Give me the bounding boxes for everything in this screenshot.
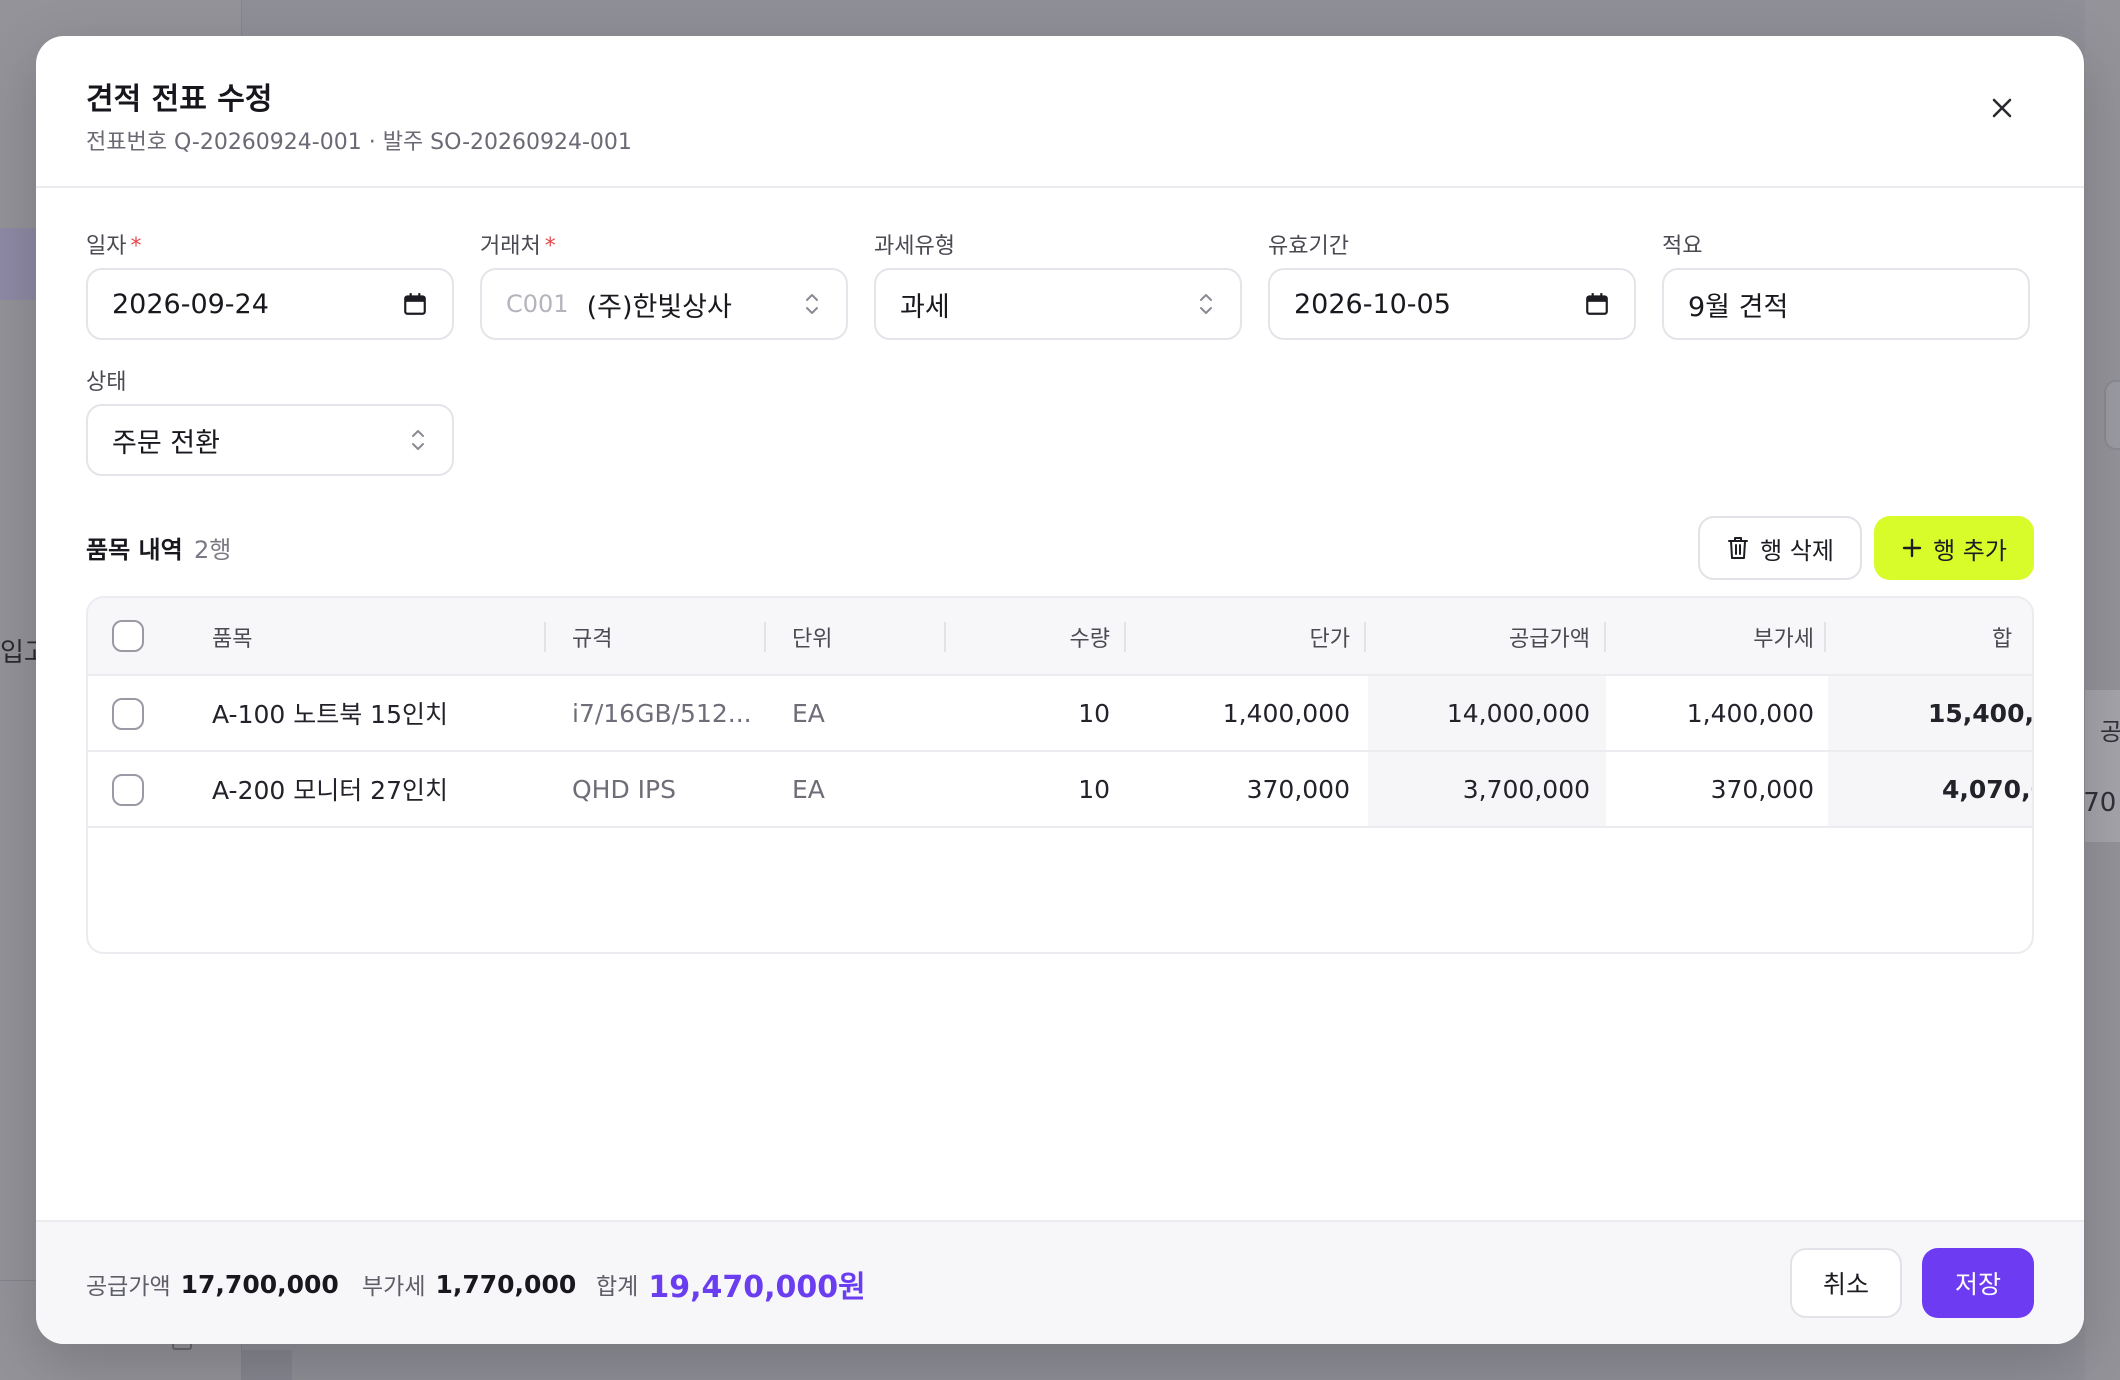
calendar-icon[interactable] (402, 291, 428, 317)
valid-until-label: 유효기간 (1268, 234, 1349, 259)
delete-row-label: 행 삭제 (1760, 536, 1834, 565)
modal-title: 견적 전표 수정 (86, 82, 273, 117)
tax-type-value: 과세 (900, 291, 950, 323)
total-summary-label: 합계 (596, 1274, 639, 1300)
background-control (2104, 380, 2120, 450)
client-value: (주)한빛상사 (586, 291, 732, 323)
close-button[interactable] (1980, 86, 2024, 130)
add-row-button[interactable]: 행 추가 (1874, 516, 2034, 580)
column-divider (1604, 622, 1606, 652)
calendar-icon[interactable] (1584, 291, 1610, 317)
items-table: 품목 규격 단위 수량 단가 공급가액 부가세 합 A-100 노트북 15인치… (86, 596, 2034, 954)
save-button[interactable]: 저장 (1922, 1248, 2034, 1318)
column-header-supply: 공급가액 (1509, 627, 1590, 652)
total-summary-value: 19,470,000원 (648, 1270, 866, 1305)
table-row[interactable]: A-100 노트북 15인치 i7/16GB/512... EA 10 1,40… (88, 676, 2034, 752)
column-header-spec: 규격 (572, 627, 613, 652)
row-price: 370,000 (1246, 774, 1350, 804)
total-summary: 합계 19,470,000원 (596, 1222, 866, 1344)
column-header-item: 품목 (212, 627, 253, 652)
row-spec: QHD IPS (572, 774, 676, 804)
column-divider (764, 622, 766, 652)
row-supply: 14,000,000 (1446, 698, 1590, 728)
select-all-checkbox[interactable] (112, 620, 144, 652)
tax-type-label: 과세유형 (874, 234, 955, 259)
row-spec: i7/16GB/512... (572, 698, 752, 728)
modal-header: 견적 전표 수정 전표번호 Q-20260924-001 · 발주 SO-202… (36, 36, 2084, 188)
row-vat: 370,000 (1710, 774, 1814, 804)
row-vat: 1,400,000 (1686, 698, 1814, 728)
plus-icon (1902, 538, 1922, 558)
edit-quote-modal: 견적 전표 수정 전표번호 Q-20260924-001 · 발주 SO-202… (36, 36, 2084, 1344)
client-code: C001 (506, 290, 569, 318)
chevron-up-down-icon (1196, 291, 1216, 317)
column-divider (1124, 622, 1126, 652)
column-divider (1364, 622, 1366, 652)
row-total: 15,400,0 (1928, 698, 2034, 728)
row-qty: 10 (1078, 698, 1110, 728)
items-row-count: 2행 (194, 536, 232, 564)
supply-summary-label: 공급가액 (86, 1274, 171, 1300)
table-row[interactable]: A-200 모니터 27인치 QHD IPS EA 10 370,000 3,7… (88, 752, 2032, 828)
status-select[interactable]: 주문 전환 (86, 404, 454, 476)
delete-row-button[interactable]: 행 삭제 (1698, 516, 1862, 580)
status-value: 주문 전환 (112, 427, 220, 459)
row-item: A-100 노트북 15인치 (212, 700, 448, 729)
column-header-unit: 단위 (792, 627, 833, 652)
column-divider (1824, 622, 1826, 652)
row-item: A-200 모니터 27인치 (212, 776, 448, 805)
client-select[interactable]: C001 (주)한빛상사 (480, 268, 848, 340)
valid-until-value: 2026-10-05 (1294, 288, 1451, 320)
background-text: 공 (2100, 718, 2120, 746)
cancel-button[interactable]: 취소 (1790, 1248, 1902, 1318)
date-input[interactable]: 2026-09-24 (86, 268, 454, 340)
chevron-up-down-icon (802, 291, 822, 317)
status-label: 상태 (86, 370, 127, 395)
trash-icon (1728, 537, 1749, 559)
row-checkbox[interactable] (112, 698, 144, 730)
background-footer (242, 1350, 292, 1380)
column-divider (544, 622, 546, 652)
column-header-qty: 수량 (1069, 627, 1110, 652)
memo-value: 9월 견적 (1688, 291, 1789, 323)
vat-summary: 부가세 1,770,000 (362, 1222, 576, 1344)
supply-summary-value: 17,700,000 (180, 1269, 339, 1299)
column-divider (944, 622, 946, 652)
column-header-total: 합 (1992, 627, 2013, 652)
row-price: 1,400,000 (1222, 698, 1350, 728)
vat-summary-value: 1,770,000 (435, 1269, 577, 1299)
row-qty: 10 (1078, 774, 1110, 804)
chevron-up-down-icon (408, 427, 428, 453)
client-label: 거래처 * (480, 234, 556, 259)
modal-footer: 공급가액 17,700,000 부가세 1,770,000 합계 19,470,… (36, 1220, 2084, 1344)
modal-subtitle: 전표번호 Q-20260924-001 · 발주 SO-20260924-001 (86, 130, 632, 155)
row-unit: EA (792, 698, 825, 728)
row-checkbox[interactable] (112, 774, 144, 806)
column-header-vat: 부가세 (1753, 627, 1814, 652)
column-header-price: 단가 (1309, 627, 1350, 652)
memo-input[interactable]: 9월 견적 (1662, 268, 2030, 340)
items-section-title: 품목 내역 (86, 536, 183, 564)
supply-summary: 공급가액 17,700,000 (86, 1222, 339, 1344)
date-label: 일자 * (86, 234, 142, 259)
valid-until-input[interactable]: 2026-10-05 (1268, 268, 1636, 340)
table-header: 품목 규격 단위 수량 단가 공급가액 부가세 합 (88, 598, 2032, 676)
tax-type-select[interactable]: 과세 (874, 268, 1242, 340)
close-icon (1992, 98, 2012, 118)
vat-summary-label: 부가세 (362, 1274, 426, 1300)
add-row-label: 행 추가 (1933, 536, 2007, 565)
row-total: 4,070,0 (1942, 774, 2032, 804)
row-unit: EA (792, 774, 825, 804)
memo-label: 적요 (1662, 234, 1703, 259)
row-supply: 3,700,000 (1462, 774, 1590, 804)
date-value: 2026-09-24 (112, 288, 269, 320)
